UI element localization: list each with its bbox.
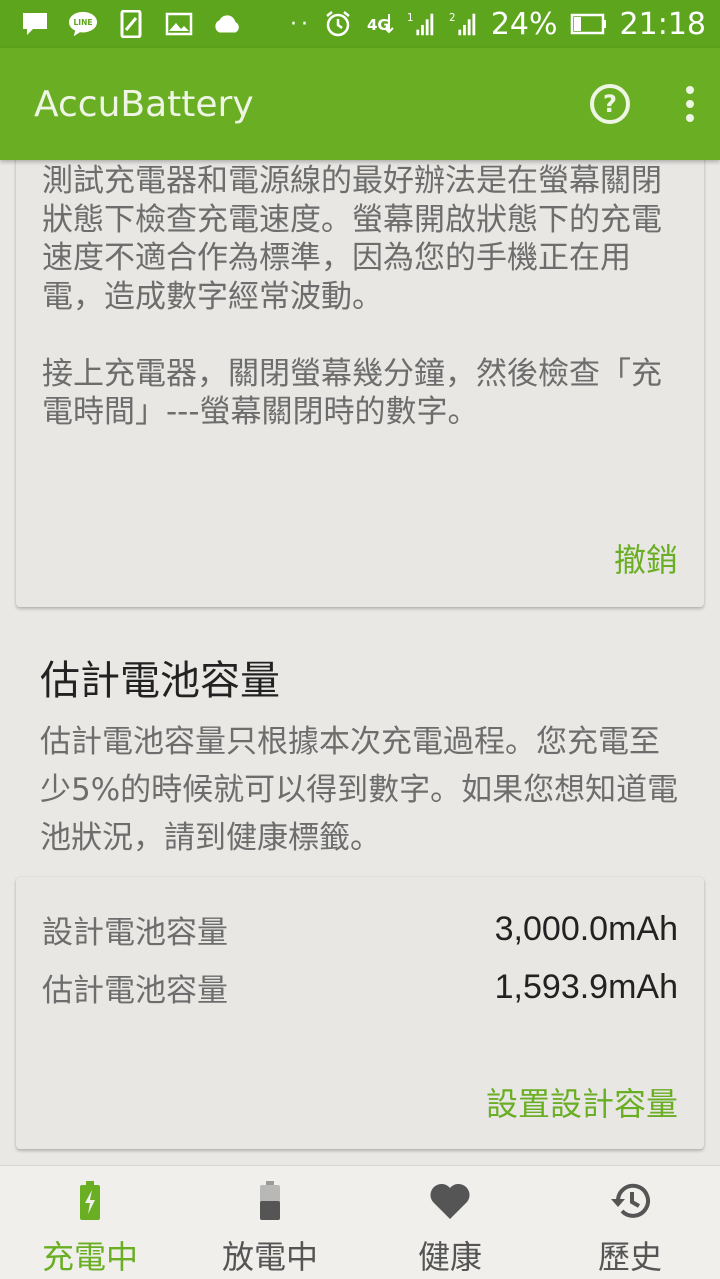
data-transfer-icon: 4G	[365, 10, 395, 38]
sim1-label: 1	[407, 12, 414, 24]
phone-screen-icon	[116, 10, 146, 38]
app-bar: AccuBattery ?	[0, 48, 720, 160]
tip-paragraph: 測試充電器和電源線的最好辦法是在螢幕關閉狀態下檢查充電速度。螢幕開啟狀態下的充電…	[42, 163, 662, 315]
design-capacity-value: 3,000.0mAh	[494, 910, 678, 948]
bottom-navigation: 充電中 放電中 健康 歷史	[0, 1165, 720, 1279]
tab-history[interactable]: 歷史	[540, 1166, 720, 1279]
section-title: 估計電池容量	[40, 658, 280, 704]
tab-label: 健康	[417, 1238, 482, 1276]
main-content[interactable]: 測試充電器和電源線的最好辦法是在螢幕關閉狀態下檢查充電速度。螢幕開啟狀態下的充電…	[0, 160, 720, 1165]
signal-sim1-icon: 1	[407, 10, 437, 38]
battery-charging-icon	[79, 1180, 101, 1222]
battery-icon	[570, 10, 608, 38]
app-bar-actions: ?	[590, 84, 696, 124]
tab-label: 充電中	[41, 1238, 138, 1276]
clock: 21:18	[619, 6, 706, 42]
section-description: 估計電池容量只根據本次充電過程。您充電至少5%的時候就可以得到數字。如果您想知道…	[40, 724, 679, 856]
help-icon: ?	[603, 90, 617, 118]
message-icon	[20, 10, 50, 38]
svg-text:LINE: LINE	[74, 18, 93, 27]
overflow-dot	[686, 100, 694, 108]
help-button[interactable]: ?	[590, 84, 630, 124]
status-bar: LINE ·· 4G 1 2 24% 21:18	[0, 0, 720, 48]
overflow-menu-button[interactable]	[684, 86, 696, 122]
estimated-capacity-value: 1,593.9mAh	[494, 968, 678, 1006]
tip-text: 測試充電器和電源線的最好辦法是在螢幕關閉狀態下檢查充電速度。螢幕開啟狀態下的充電…	[42, 162, 682, 470]
overflow-dot	[686, 114, 694, 122]
design-capacity-row: 設計電池容量 3,000.0mAh	[42, 907, 678, 952]
tab-label: 歷史	[597, 1238, 662, 1276]
alarm-icon	[323, 10, 353, 38]
sim2-label: 2	[449, 12, 456, 24]
tab-health[interactable]: 健康	[360, 1166, 540, 1279]
tab-label: 放電中	[221, 1238, 318, 1276]
more-notifications-icon: ··	[290, 11, 312, 37]
tab-charging[interactable]: 充電中	[0, 1166, 180, 1279]
capacity-card: 設計電池容量 3,000.0mAh 估計電池容量 1,593.9mAh 設置設計…	[16, 877, 704, 1149]
signal-sim2-icon: 2	[449, 10, 479, 38]
system-icons: 4G 1 2 24% 21:18	[323, 7, 706, 42]
estimated-capacity-row: 估計電池容量 1,593.9mAh	[42, 965, 678, 1010]
dismiss-button[interactable]: 撤銷	[614, 535, 678, 581]
notification-icons: LINE ··	[20, 10, 312, 38]
cloud-icon	[212, 10, 242, 38]
heart-icon	[429, 1180, 471, 1222]
tab-discharging[interactable]: 放電中	[180, 1166, 360, 1279]
battery-discharging-icon	[259, 1180, 281, 1222]
battery-percent: 24%	[490, 6, 558, 42]
line-app-icon: LINE	[68, 10, 98, 38]
set-design-capacity-button[interactable]: 設置設計容量	[486, 1079, 678, 1125]
history-icon	[609, 1180, 651, 1222]
overflow-dot	[686, 86, 694, 94]
charging-tip-card: 測試充電器和電源線的最好辦法是在螢幕關閉狀態下檢查充電速度。螢幕開啟狀態下的充電…	[16, 160, 704, 607]
tip-paragraph: 接上充電器，關閉螢幕幾分鐘，然後檢查「充電時間」---螢幕關閉時的數字。	[42, 355, 662, 431]
design-capacity-label: 設計電池容量	[42, 915, 228, 951]
estimated-capacity-label: 估計電池容量	[42, 973, 228, 1009]
app-title: AccuBattery	[34, 83, 254, 125]
network-type-text: 4G	[367, 16, 390, 34]
image-icon	[164, 10, 194, 38]
